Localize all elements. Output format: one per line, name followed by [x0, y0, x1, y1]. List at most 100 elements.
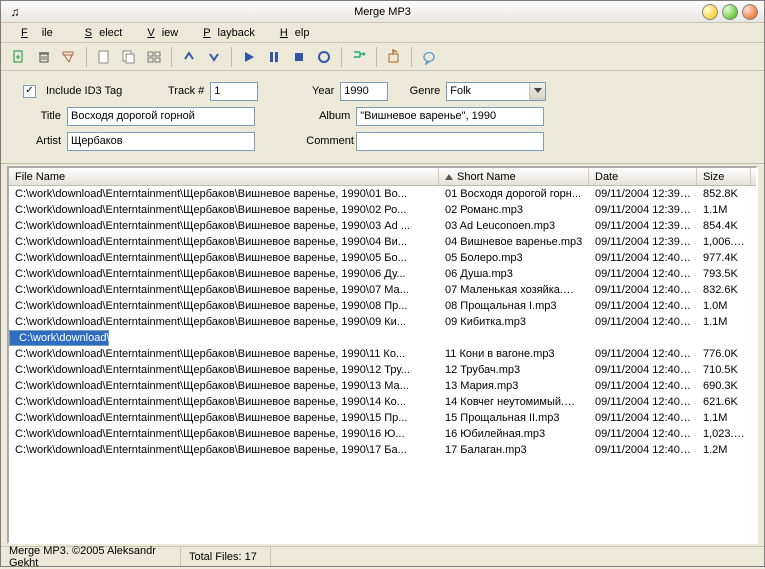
- menu-view[interactable]: View: [133, 25, 185, 41]
- window-controls: [702, 4, 758, 20]
- menu-help[interactable]: Help: [266, 25, 317, 41]
- cell-size: 1.2M: [697, 444, 751, 456]
- copy-button[interactable]: [117, 46, 141, 68]
- cell-file: C:\work\download\Enterntainment\Щербаков…: [9, 220, 439, 232]
- comment-input[interactable]: [356, 132, 544, 151]
- cell-size: 783.3K: [701, 332, 755, 344]
- cell-file: C:\work\download\Enterntainment\Щербаков…: [9, 380, 439, 392]
- cell-file: C:\work\download\Enterntainment\Щербаков…: [13, 332, 443, 344]
- export-button[interactable]: [382, 46, 406, 68]
- play-button[interactable]: [237, 46, 261, 68]
- album-input[interactable]: [356, 107, 544, 126]
- table-body[interactable]: C:\work\download\Enterntainment\Щербаков…: [9, 186, 756, 542]
- col-size[interactable]: Size: [697, 168, 751, 185]
- cell-short: 13 Мария.mp3: [439, 380, 589, 392]
- menu-playback[interactable]: Playback: [189, 25, 262, 41]
- cell-date: 09/11/2004 12:40:04: [589, 444, 697, 456]
- table-row[interactable]: C:\work\download\Enterntainment\Щербаков…: [9, 234, 756, 250]
- cell-short: 09 Кибитка.mp3: [439, 316, 589, 328]
- menu-file[interactable]: File: [7, 25, 67, 41]
- table-row[interactable]: C:\work\download\Enterntainment\Щербаков…: [9, 218, 756, 234]
- table-row[interactable]: C:\work\download\Enterntainment\Щербаков…: [9, 378, 756, 394]
- genre-select[interactable]: Folk: [446, 82, 546, 101]
- pause-button[interactable]: [262, 46, 286, 68]
- move-down-button[interactable]: [202, 46, 226, 68]
- maximize-button[interactable]: [722, 4, 738, 20]
- table-row[interactable]: C:\work\download\Enterntainment\Щербаков…: [9, 394, 756, 410]
- merge-button[interactable]: [347, 46, 371, 68]
- clear-list-button[interactable]: [57, 46, 81, 68]
- new-button[interactable]: [92, 46, 116, 68]
- cell-date: 09/11/2004 12:40:00: [589, 268, 697, 280]
- table-row[interactable]: C:\work\download\Enterntainment\Щербаков…: [9, 250, 756, 266]
- cell-file: C:\work\download\Enterntainment\Щербаков…: [9, 188, 439, 200]
- cell-short: 03 Ad Leuconoen.mp3: [439, 220, 589, 232]
- table-header: File Name Short Name Date Size: [9, 168, 756, 186]
- separator: [341, 47, 342, 67]
- title-input[interactable]: [67, 107, 255, 126]
- include-id3-label: Include ID3 Tag: [46, 85, 122, 97]
- cell-file: C:\work\download\Enterntainment\Щербаков…: [9, 236, 439, 248]
- titlebar[interactable]: ♫ Merge MP3: [1, 1, 764, 23]
- include-id3-checkbox[interactable]: ✓: [23, 85, 36, 98]
- cell-short: 11 Кони в вагоне.mp3: [439, 348, 589, 360]
- album-label: Album: [306, 110, 350, 122]
- artist-label: Artist: [17, 135, 61, 147]
- comment-label: Comment: [306, 135, 350, 147]
- table-row[interactable]: C:\work\download\Enterntainment\Щербаков…: [9, 202, 756, 218]
- table-row[interactable]: C:\work\download\Enterntainment\Щербаков…: [9, 410, 756, 426]
- stop-button[interactable]: [287, 46, 311, 68]
- col-file-name[interactable]: File Name: [9, 168, 439, 185]
- table-row[interactable]: C:\work\download\Enterntainment\Щербаков…: [9, 186, 756, 202]
- cell-short: 05 Болеро.mp3: [439, 252, 589, 264]
- cell-date: 09/11/2004 12:40:00: [589, 316, 697, 328]
- cell-short: 04 Вишневое варенье.mp3: [439, 236, 589, 248]
- cell-size: 710.5K: [697, 364, 751, 376]
- table-row[interactable]: C:\work\download\Enterntainment\Щербаков…: [9, 282, 756, 298]
- table-row[interactable]: C:\work\download\Enterntainment\Щербаков…: [9, 266, 756, 282]
- title-label: Title: [17, 110, 61, 122]
- cell-short: 16 Юбилейная.mp3: [439, 428, 589, 440]
- year-input[interactable]: [340, 82, 388, 101]
- cell-short: 06 Душа.mp3: [439, 268, 589, 280]
- cell-date: 09/11/2004 12:39:58: [589, 188, 697, 200]
- cell-file: C:\work\download\Enterntainment\Щербаков…: [9, 284, 439, 296]
- cell-file: C:\work\download\Enterntainment\Щербаков…: [9, 412, 439, 424]
- artist-input[interactable]: [67, 132, 255, 151]
- table-row[interactable]: C:\work\download\Enterntainment\Щербаков…: [9, 298, 756, 314]
- table-row[interactable]: C:\work\download\Enterntainment\Щербаков…: [9, 330, 109, 346]
- cell-date: 09/11/2004 12:40:00: [589, 284, 697, 296]
- cell-size: 1.1M: [697, 316, 751, 328]
- minimize-button[interactable]: [702, 4, 718, 20]
- about-button[interactable]: [417, 46, 441, 68]
- track-input[interactable]: [210, 82, 258, 101]
- record-button[interactable]: [312, 46, 336, 68]
- move-up-button[interactable]: [177, 46, 201, 68]
- delete-button[interactable]: [32, 46, 56, 68]
- table-row[interactable]: C:\work\download\Enterntainment\Щербаков…: [9, 362, 756, 378]
- col-short-name[interactable]: Short Name: [439, 168, 589, 185]
- cell-size: 1.1M: [697, 412, 751, 424]
- cell-file: C:\work\download\Enterntainment\Щербаков…: [9, 300, 439, 312]
- cell-date: 09/11/2004 12:40:00: [589, 252, 697, 264]
- cell-short: 07 Маленькая хозяйка.mp3: [439, 284, 589, 296]
- table-row[interactable]: C:\work\download\Enterntainment\Щербаков…: [9, 346, 756, 362]
- add-file-button[interactable]: [7, 46, 31, 68]
- cell-date: 09/11/2004 12:39:58: [589, 220, 697, 232]
- cell-short: 10 Аллилуйа.mp3: [443, 332, 593, 344]
- table-row[interactable]: C:\work\download\Enterntainment\Щербаков…: [9, 314, 756, 330]
- properties-button[interactable]: [142, 46, 166, 68]
- table-row[interactable]: C:\work\download\Enterntainment\Щербаков…: [9, 426, 756, 442]
- cell-size: 854.4K: [697, 220, 751, 232]
- close-button[interactable]: [742, 4, 758, 20]
- col-date[interactable]: Date: [589, 168, 697, 185]
- cell-short: 02 Романс.mp3: [439, 204, 589, 216]
- cell-date: 09/11/2004 12:40:04: [589, 428, 697, 440]
- cell-file: C:\work\download\Enterntainment\Щербаков…: [9, 252, 439, 264]
- menu-select[interactable]: Select: [71, 25, 130, 41]
- cell-size: 977.4K: [697, 252, 751, 264]
- cell-date: 09/11/2004 12:40:00: [589, 300, 697, 312]
- table-row[interactable]: C:\work\download\Enterntainment\Щербаков…: [9, 442, 756, 458]
- cell-date: 09/11/2004 12:40:04: [589, 412, 697, 424]
- cell-short: 14 Ковчег неутомимый.mp3: [439, 396, 589, 408]
